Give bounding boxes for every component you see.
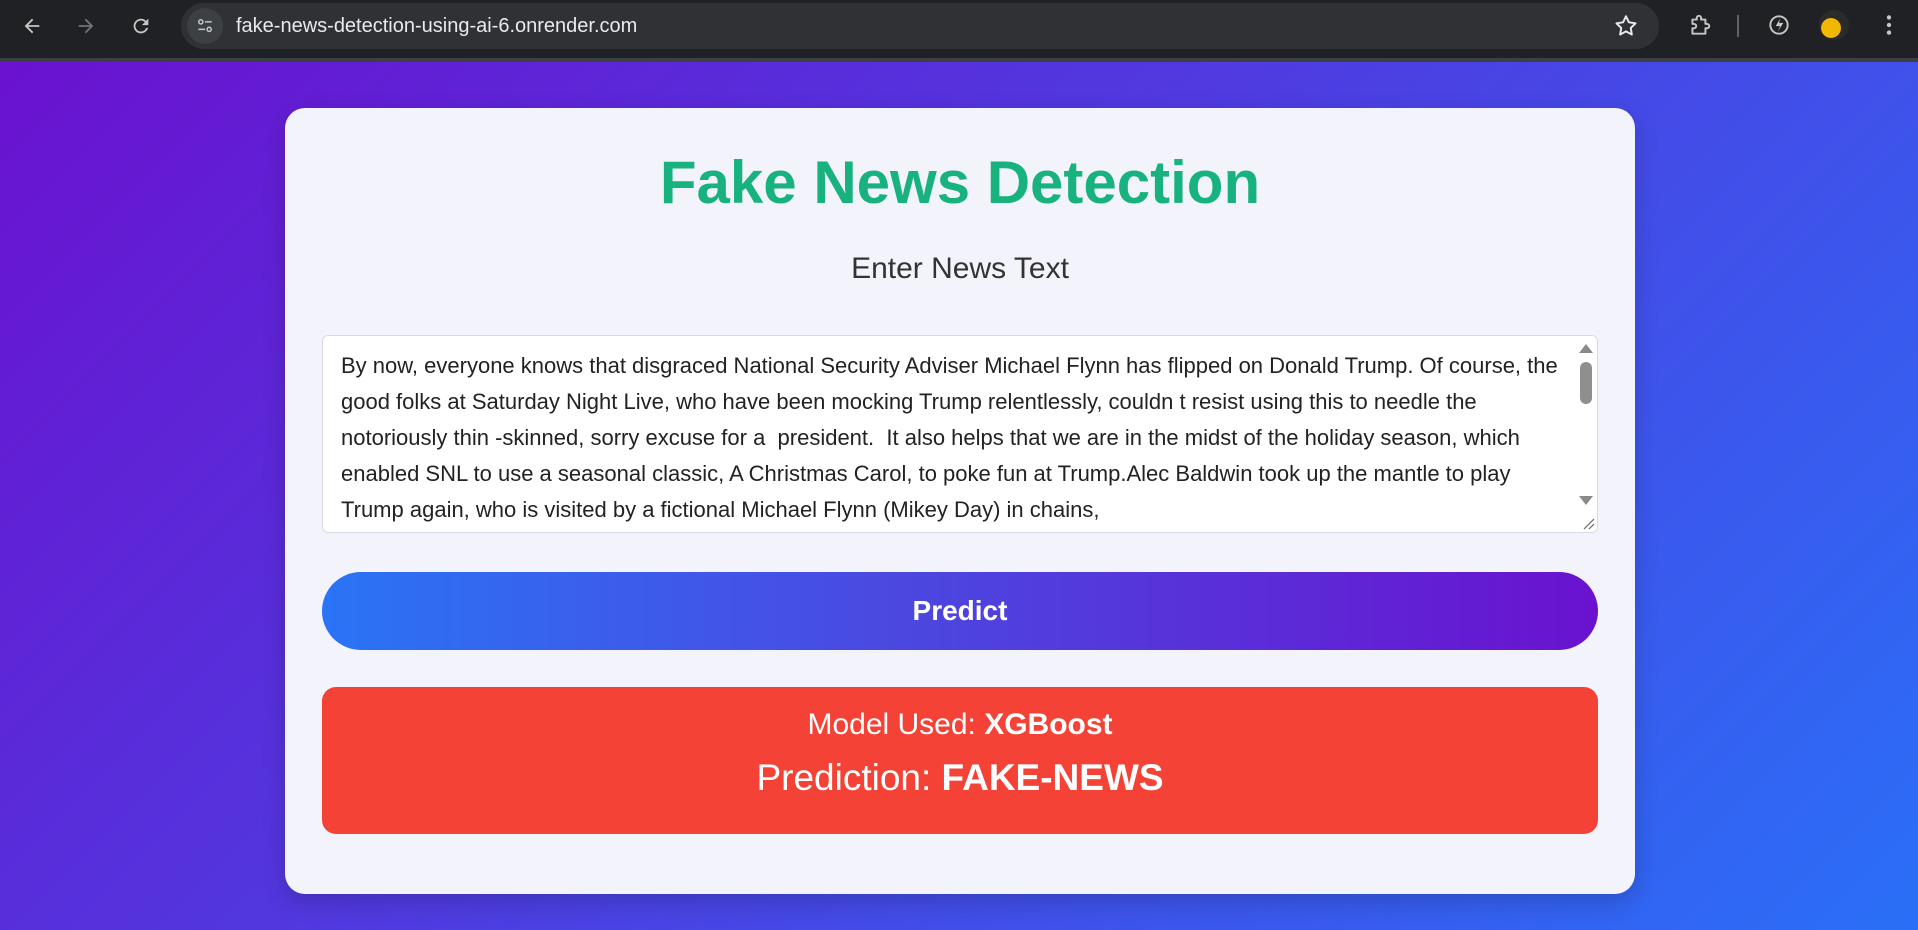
- site-info-button[interactable]: [187, 8, 223, 44]
- model-value: XGBoost: [984, 708, 1113, 741]
- forward-arrow-icon: [78, 18, 94, 34]
- puzzle-icon: [1691, 14, 1711, 35]
- prediction-value: FAKE-NEWS: [941, 757, 1164, 798]
- input-heading: Enter News Text: [851, 252, 1069, 285]
- back-arrow-icon: [24, 18, 40, 34]
- news-text-input[interactable]: By now, everyone knows that disgraced Na…: [322, 335, 1598, 533]
- forward-button[interactable]: [69, 9, 103, 43]
- prediction-label: Prediction:: [756, 757, 942, 798]
- kebab-menu-icon: [1886, 15, 1892, 35]
- browser-toolbar: fake-news-detection-using-ai-6.onrender.…: [0, 0, 1918, 62]
- scroll-thumb[interactable]: [1580, 362, 1592, 404]
- star-icon[interactable]: [1613, 13, 1639, 39]
- site-info-icon: [198, 19, 212, 33]
- news-text-content[interactable]: By now, everyone knows that disgraced Na…: [341, 348, 1561, 528]
- extensions-button[interactable]: [1686, 11, 1714, 39]
- page-background: Fake News Detection Enter News Text By n…: [0, 62, 1918, 930]
- textarea-scrollbar[interactable]: [1575, 336, 1597, 532]
- reload-button[interactable]: [124, 9, 158, 43]
- model-label: Model Used:: [807, 708, 985, 741]
- resize-grip-icon[interactable]: [1581, 516, 1595, 530]
- predict-button[interactable]: Predict: [322, 572, 1598, 650]
- page-title: Fake News Detection: [659, 149, 1261, 216]
- prediction-line: Prediction: FAKE-NEWS: [322, 757, 1598, 799]
- url-text[interactable]: fake-news-detection-using-ai-6.onrender.…: [236, 15, 637, 38]
- toolbar-separator: [1737, 15, 1739, 37]
- performance-button[interactable]: [1765, 11, 1793, 39]
- prediction-result: Model Used: XGBoost Prediction: FAKE-NEW…: [322, 687, 1598, 834]
- speed-icon: [1769, 15, 1789, 35]
- scroll-down-arrow-icon[interactable]: [1579, 496, 1593, 505]
- profile-avatar[interactable]: [1819, 10, 1849, 40]
- back-button[interactable]: [15, 9, 49, 43]
- detector-card: Fake News Detection Enter News Text By n…: [285, 108, 1635, 894]
- model-used-line: Model Used: XGBoost: [322, 708, 1598, 742]
- reload-icon: [133, 18, 149, 34]
- scroll-up-arrow-icon[interactable]: [1579, 344, 1593, 353]
- address-bar[interactable]: fake-news-detection-using-ai-6.onrender.…: [181, 3, 1659, 49]
- browser-menu-button[interactable]: [1875, 11, 1903, 39]
